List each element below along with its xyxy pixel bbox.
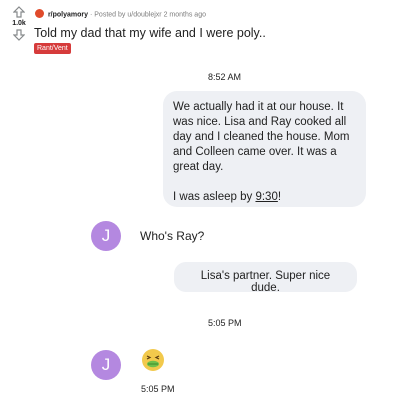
username-link[interactable]: u/doublejxr — [127, 11, 161, 18]
downvote-arrow-icon[interactable] — [8, 29, 30, 41]
contact-avatar[interactable]: J — [91, 221, 121, 251]
subreddit-icon — [35, 9, 44, 18]
sent-message-bubble: Lisa's partner. Super nice dude. — [174, 262, 357, 294]
post-time: 2 months ago — [163, 11, 206, 19]
sent-message-paragraph: We actually had it at our house. It was … — [173, 101, 350, 173]
post-flair[interactable]: Rant/Vent — [34, 43, 71, 54]
sent-message-paragraph: I was asleep by 9:30! — [173, 190, 357, 205]
time-link[interactable]: 9:30 — [255, 191, 277, 203]
received-message: Who's Ray? — [140, 229, 205, 243]
chat-timestamp: 8:52 AM — [208, 72, 242, 82]
nauseated-face-emoji-icon — [141, 348, 165, 377]
post-title[interactable]: Told my dad that my wife and I were poly… — [34, 26, 266, 40]
upvote-arrow-icon[interactable] — [8, 6, 30, 18]
contact-avatar[interactable]: J — [91, 350, 121, 380]
vote-score: 1.0k — [12, 20, 26, 27]
post-meta: r/polyamory · Posted by u/doublejxr 2 mo… — [35, 9, 206, 19]
sent-message-bubble: We actually had it at our house. It was … — [163, 91, 366, 207]
emoji-timestamp: 5:05 PM — [141, 384, 175, 394]
sent-message-text: ! — [277, 191, 282, 203]
posted-by-label: · Posted by — [89, 11, 126, 19]
sent-message-text: I was asleep by — [173, 191, 256, 203]
chat-timestamp: 5:05 PM — [208, 318, 242, 328]
vote-column: 1.0k — [8, 6, 30, 41]
subreddit-link[interactable]: r/polyamory — [48, 11, 88, 18]
